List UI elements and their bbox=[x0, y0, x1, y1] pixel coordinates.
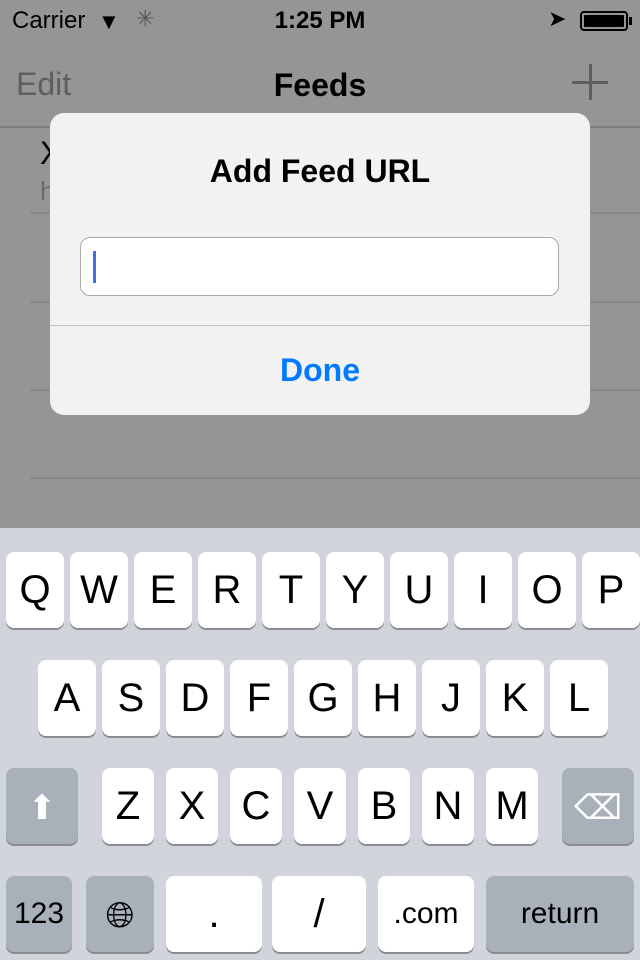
key-a[interactable]: A bbox=[38, 660, 96, 736]
key-z[interactable]: Z bbox=[102, 768, 154, 844]
done-button[interactable]: Done bbox=[50, 326, 590, 415]
key-t[interactable]: T bbox=[262, 552, 320, 628]
add-plus-icon[interactable] bbox=[572, 64, 608, 100]
shift-key[interactable]: ⬆ bbox=[6, 768, 78, 844]
alert-title: Add Feed URL bbox=[209, 153, 431, 189]
key-y[interactable]: Y bbox=[326, 552, 384, 628]
key-h[interactable]: H bbox=[358, 660, 416, 736]
battery-icon bbox=[580, 11, 632, 31]
key-v[interactable]: V bbox=[294, 768, 346, 844]
key-o[interactable]: O bbox=[518, 552, 576, 628]
key-q[interactable]: Q bbox=[6, 552, 64, 628]
delete-key[interactable]: ⌫ bbox=[562, 768, 634, 844]
key-g[interactable]: G bbox=[294, 660, 352, 736]
key-c[interactable]: C bbox=[230, 768, 282, 844]
key-u[interactable]: U bbox=[390, 552, 448, 628]
globe-icon: 🌐︎ bbox=[105, 894, 135, 935]
key-x[interactable]: X bbox=[166, 768, 218, 844]
key-j[interactable]: J bbox=[422, 660, 480, 736]
slash-key[interactable]: / bbox=[272, 876, 366, 952]
location-arrow-icon: ➤ bbox=[548, 6, 567, 31]
feed-url-input[interactable] bbox=[80, 237, 559, 296]
return-key[interactable]: return bbox=[486, 876, 634, 952]
text-cursor bbox=[93, 251, 96, 283]
key-n[interactable]: N bbox=[422, 768, 474, 844]
status-bar: Carrier ▼ ✳ 1:25 PM ➤ bbox=[0, 0, 640, 40]
numbers-key[interactable]: 123 bbox=[6, 876, 72, 952]
key-w[interactable]: W bbox=[70, 552, 128, 628]
key-e[interactable]: E bbox=[134, 552, 192, 628]
key-k[interactable]: K bbox=[486, 660, 544, 736]
key-p[interactable]: P bbox=[582, 552, 640, 628]
page-title: Feeds bbox=[273, 67, 367, 103]
globe-key[interactable]: 🌐︎ bbox=[86, 876, 154, 952]
shift-arrow-icon: ⬆ bbox=[27, 789, 57, 827]
key-m[interactable]: M bbox=[486, 768, 538, 844]
key-b[interactable]: B bbox=[358, 768, 410, 844]
key-s[interactable]: S bbox=[102, 660, 160, 736]
dot-key[interactable]: . bbox=[166, 876, 262, 952]
key-f[interactable]: F bbox=[230, 660, 288, 736]
keyboard: Q W E R T Y U I O P A S D F G H J K L Z X C V B N M ⬆ ⌫ 123 🌐︎. / .com r… bbox=[0, 528, 640, 960]
key-l[interactable]: L bbox=[550, 660, 608, 736]
dotcom-key[interactable]: .com bbox=[378, 876, 474, 952]
backspace-icon: ⌫ bbox=[573, 789, 623, 827]
clock: 1:25 PM bbox=[274, 7, 366, 34]
key-r[interactable]: R bbox=[198, 552, 256, 628]
key-d[interactable]: D bbox=[166, 660, 224, 736]
key-i[interactable]: I bbox=[454, 552, 512, 628]
add-feed-alert: Add Feed URL Done bbox=[50, 113, 590, 415]
